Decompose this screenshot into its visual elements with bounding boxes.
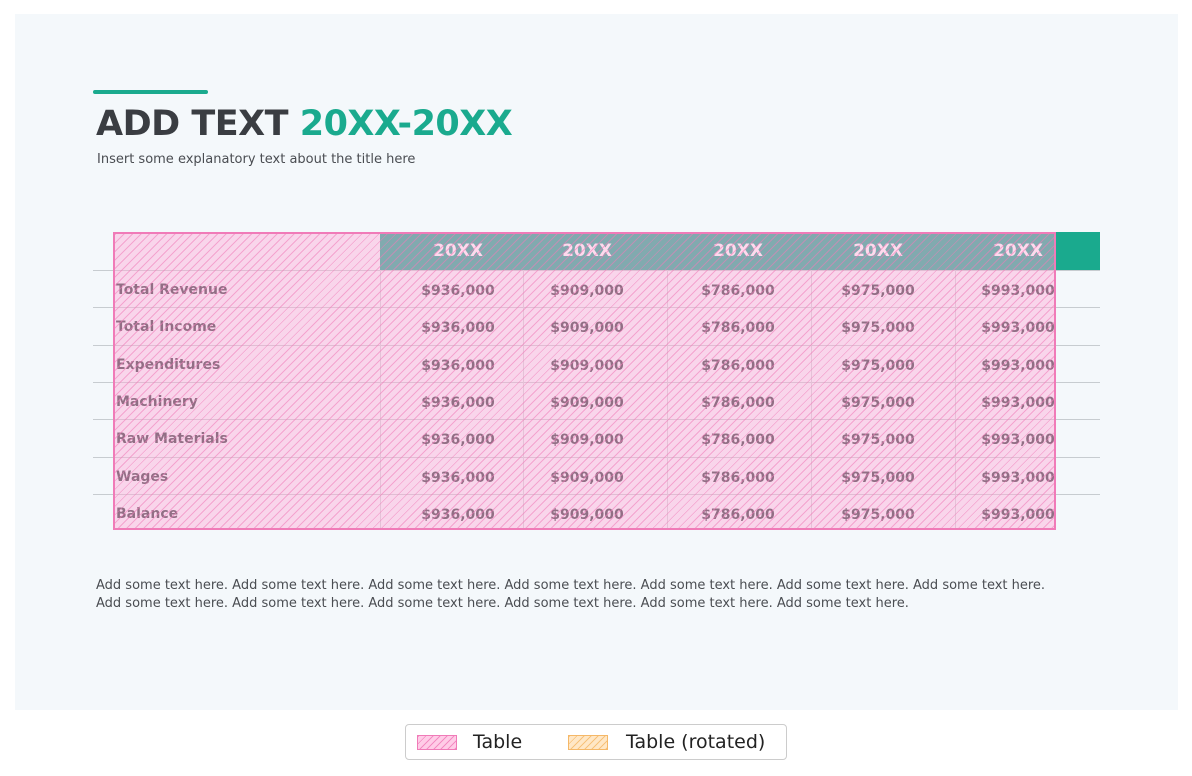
body-text-line: Add some text here. Add some text here. … bbox=[96, 578, 1046, 593]
table-annotation-overlay bbox=[113, 232, 1056, 530]
body-text-line: Add some text here. Add some text here. … bbox=[96, 596, 909, 611]
title-main: ADD TEXT bbox=[96, 104, 289, 144]
legend-label-table: Table bbox=[473, 731, 523, 753]
title-years: 20XX-20XX bbox=[299, 104, 513, 144]
legend: Table Table (rotated) bbox=[405, 724, 787, 760]
body-text: Add some text here. Add some text here. … bbox=[96, 577, 1106, 613]
legend-swatch-table-rotated bbox=[568, 735, 608, 750]
page-title: ADD TEXT 20XX-20XX bbox=[96, 104, 513, 144]
legend-label-table-rotated: Table (rotated) bbox=[626, 731, 766, 753]
legend-swatch-table bbox=[417, 735, 457, 750]
title-accent-line bbox=[93, 90, 208, 94]
subtitle: Insert some explanatory text about the t… bbox=[97, 152, 416, 167]
